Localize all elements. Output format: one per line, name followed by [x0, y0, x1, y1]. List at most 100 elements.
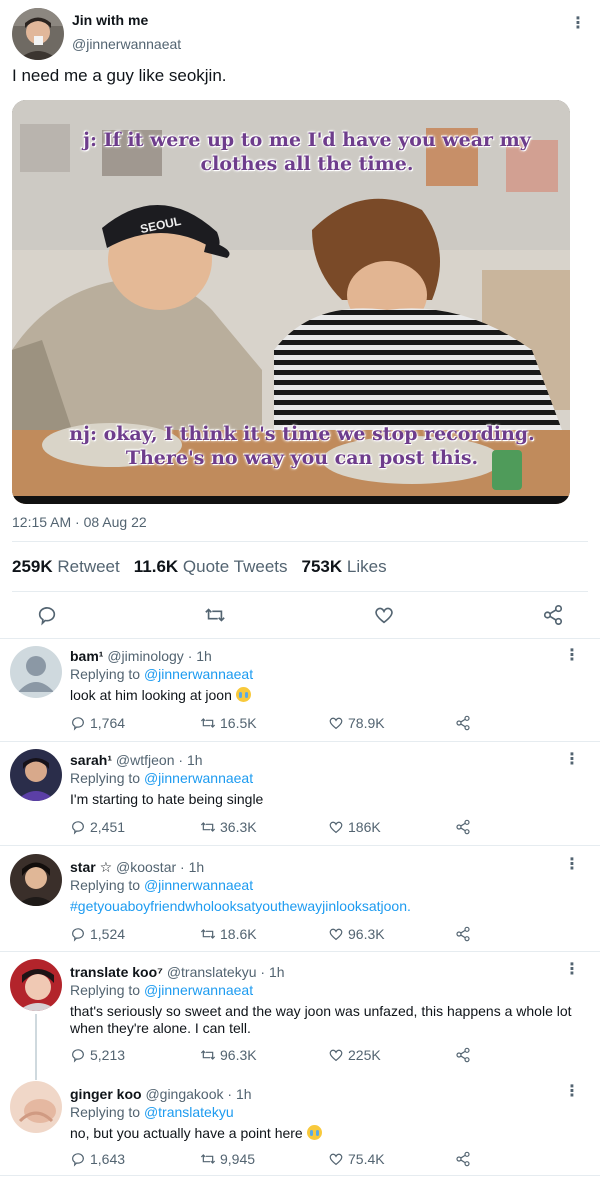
retweet-icon[interactable] — [204, 604, 226, 626]
author-avatar[interactable] — [12, 8, 64, 60]
reply-author-handle[interactable]: @translatekyu — [167, 964, 257, 980]
reply-author-name[interactable]: sarah¹ — [70, 752, 112, 768]
more-options-icon[interactable]: ⋮ — [568, 14, 588, 34]
replying-to-link[interactable]: @jinnerwannaeat — [144, 982, 253, 998]
retweet-label: Retweet — [57, 557, 120, 576]
like-icon — [329, 1049, 343, 1062]
replying-to-link[interactable]: @jinnerwannaeat — [144, 877, 253, 893]
like-icon — [329, 928, 343, 941]
reply-action-share[interactable] — [455, 1151, 471, 1167]
replying-label: Replying to — [70, 982, 141, 998]
more-options-icon[interactable]: ⋮ — [562, 855, 582, 875]
retweet-count: 9,945 — [220, 1151, 256, 1167]
more-options-icon[interactable]: ⋮ — [562, 1082, 582, 1102]
reply-time[interactable]: · 1h — [260, 964, 284, 980]
reply-avatar[interactable] — [10, 854, 62, 906]
reply-text-content: no, but you actually have a point here — [70, 1125, 303, 1141]
more-options-icon[interactable]: ⋮ — [562, 750, 582, 770]
reply-action-share[interactable] — [455, 1047, 471, 1063]
replying-to-link[interactable]: @jinnerwannaeat — [144, 770, 253, 786]
reply-action-like[interactable]: 78.9K — [328, 715, 385, 731]
reply-author-handle[interactable]: @koostar — [116, 859, 176, 875]
reply-time[interactable]: · 1h — [227, 1086, 251, 1102]
likes-count: 753K — [301, 557, 343, 576]
divider — [12, 541, 588, 542]
reply-tweet[interactable]: sarah¹ @wtfjeon · 1h ⋮ Replying to @jinn… — [0, 744, 600, 844]
reply-action-reply[interactable]: 2,451 — [70, 819, 125, 835]
retweet-icon — [200, 929, 216, 939]
reply-author-name[interactable]: translate koo⁷ — [70, 964, 163, 980]
reply-author-name[interactable]: ginger koo — [70, 1086, 142, 1102]
author-handle[interactable]: @jinnerwannaeat — [72, 36, 181, 52]
reply-action-like[interactable]: 225K — [328, 1047, 381, 1063]
tweet-timestamp[interactable]: 12:15 AM · 08 Aug 22 — [12, 514, 147, 530]
reply-time[interactable]: · 1h — [178, 752, 202, 768]
reply-author-handle[interactable]: @jiminology — [107, 648, 183, 664]
tweet-media[interactable]: j: If it were up to me I'd have you wear… — [12, 100, 570, 504]
reply-count: 1,764 — [90, 715, 126, 731]
divider — [0, 1175, 600, 1176]
reply-tweet[interactable]: bam¹ @jiminology · 1h ⋮ Replying to @jin… — [0, 640, 600, 740]
caption-top-line1: j: If it were up to me I'd have you wear… — [83, 129, 531, 151]
reply-action-retweet[interactable]: 18.6K — [200, 926, 257, 942]
reply-header: bam¹ @jiminology · 1h — [70, 648, 212, 664]
tweet-actions — [0, 600, 600, 630]
reply-hashtag[interactable]: #getyouaboyfriendwholooksatyouthewayjinl… — [70, 898, 580, 915]
reply-icon[interactable] — [36, 604, 58, 626]
reply-action-share[interactable] — [455, 715, 471, 731]
reply-action-retweet[interactable]: 9,945 — [200, 1151, 255, 1167]
quote-stat[interactable]: 11.6K Quote Tweets — [134, 557, 288, 577]
replying-to: Replying to @jinnerwannaeat — [70, 770, 253, 786]
reply-tweet[interactable]: ginger koo @gingakook · 1h ⋮ Replying to… — [0, 1078, 600, 1177]
reply-author-name[interactable]: star ☆ — [70, 859, 112, 875]
reply-avatar[interactable] — [10, 959, 62, 1011]
reply-avatar[interactable] — [10, 646, 62, 698]
reply-action-retweet[interactable]: 96.3K — [200, 1047, 257, 1063]
like-count: 96.3K — [348, 926, 385, 942]
reply-action-share[interactable] — [455, 926, 471, 942]
reply-action-reply[interactable]: 1,764 — [70, 715, 125, 731]
replying-to: Replying to @jinnerwannaeat — [70, 877, 253, 893]
reply-actions: 1,764 16.5K 78.9K — [70, 715, 490, 733]
reply-count: 2,451 — [90, 819, 126, 835]
replying-to-link[interactable]: @translatekyu — [144, 1104, 234, 1120]
reply-tweet[interactable]: star ☆ @koostar · 1h ⋮ Replying to @jinn… — [0, 851, 600, 951]
reply-action-reply[interactable]: 1,524 — [70, 926, 125, 942]
retweet-stat[interactable]: 259K Retweet — [12, 557, 120, 577]
reply-header: star ☆ @koostar · 1h — [70, 859, 204, 876]
reply-action-like[interactable]: 186K — [328, 819, 381, 835]
reply-icon — [72, 1049, 84, 1063]
quote-count: 11.6K — [133, 557, 179, 576]
reply-action-retweet[interactable]: 36.3K — [200, 819, 257, 835]
retweet-count: 96.3K — [220, 1047, 257, 1063]
reply-text-content[interactable]: #getyouaboyfriendwholooksatyouthewayjinl… — [70, 898, 411, 914]
more-options-icon[interactable]: ⋮ — [562, 646, 582, 666]
reply-text: I'm starting to hate being single — [70, 791, 580, 808]
author-name[interactable]: Jin with me — [72, 12, 148, 28]
share-icon[interactable] — [542, 604, 564, 626]
retweet-count: 36.3K — [220, 819, 257, 835]
reply-action-like[interactable]: 75.4K — [328, 1151, 385, 1167]
reply-action-like[interactable]: 96.3K — [328, 926, 385, 942]
like-icon[interactable] — [373, 604, 395, 626]
reply-header: ginger koo @gingakook · 1h — [70, 1086, 252, 1102]
reply-author-name[interactable]: bam¹ — [70, 648, 103, 664]
reply-time[interactable]: · 1h — [180, 859, 204, 875]
reply-author-handle[interactable]: @wtfjeon — [116, 752, 175, 768]
reply-action-retweet[interactable]: 16.5K — [200, 715, 257, 731]
likes-stat[interactable]: 753K Likes — [302, 557, 387, 577]
media-caption-bottom: nj: okay, I think it's time we stop reco… — [52, 422, 552, 470]
reply-action-reply[interactable]: 1,643 — [70, 1151, 125, 1167]
reply-action-share[interactable] — [455, 819, 471, 835]
replying-to-link[interactable]: @jinnerwannaeat — [144, 666, 253, 682]
caption-bottom-line1: nj: okay, I think it's time we stop reco… — [69, 423, 535, 445]
reply-time[interactable]: · 1h — [188, 648, 212, 664]
reply-avatar[interactable] — [10, 749, 62, 801]
reply-tweet[interactable]: translate koo⁷ @translatekyu · 1h ⋮ Repl… — [0, 956, 600, 1076]
reply-author-handle[interactable]: @gingakook — [145, 1086, 223, 1102]
more-options-icon[interactable]: ⋮ — [562, 960, 582, 980]
reply-icon — [72, 717, 84, 731]
reply-avatar[interactable] — [10, 1081, 62, 1133]
share-icon — [456, 926, 470, 942]
reply-action-reply[interactable]: 5,213 — [70, 1047, 125, 1063]
